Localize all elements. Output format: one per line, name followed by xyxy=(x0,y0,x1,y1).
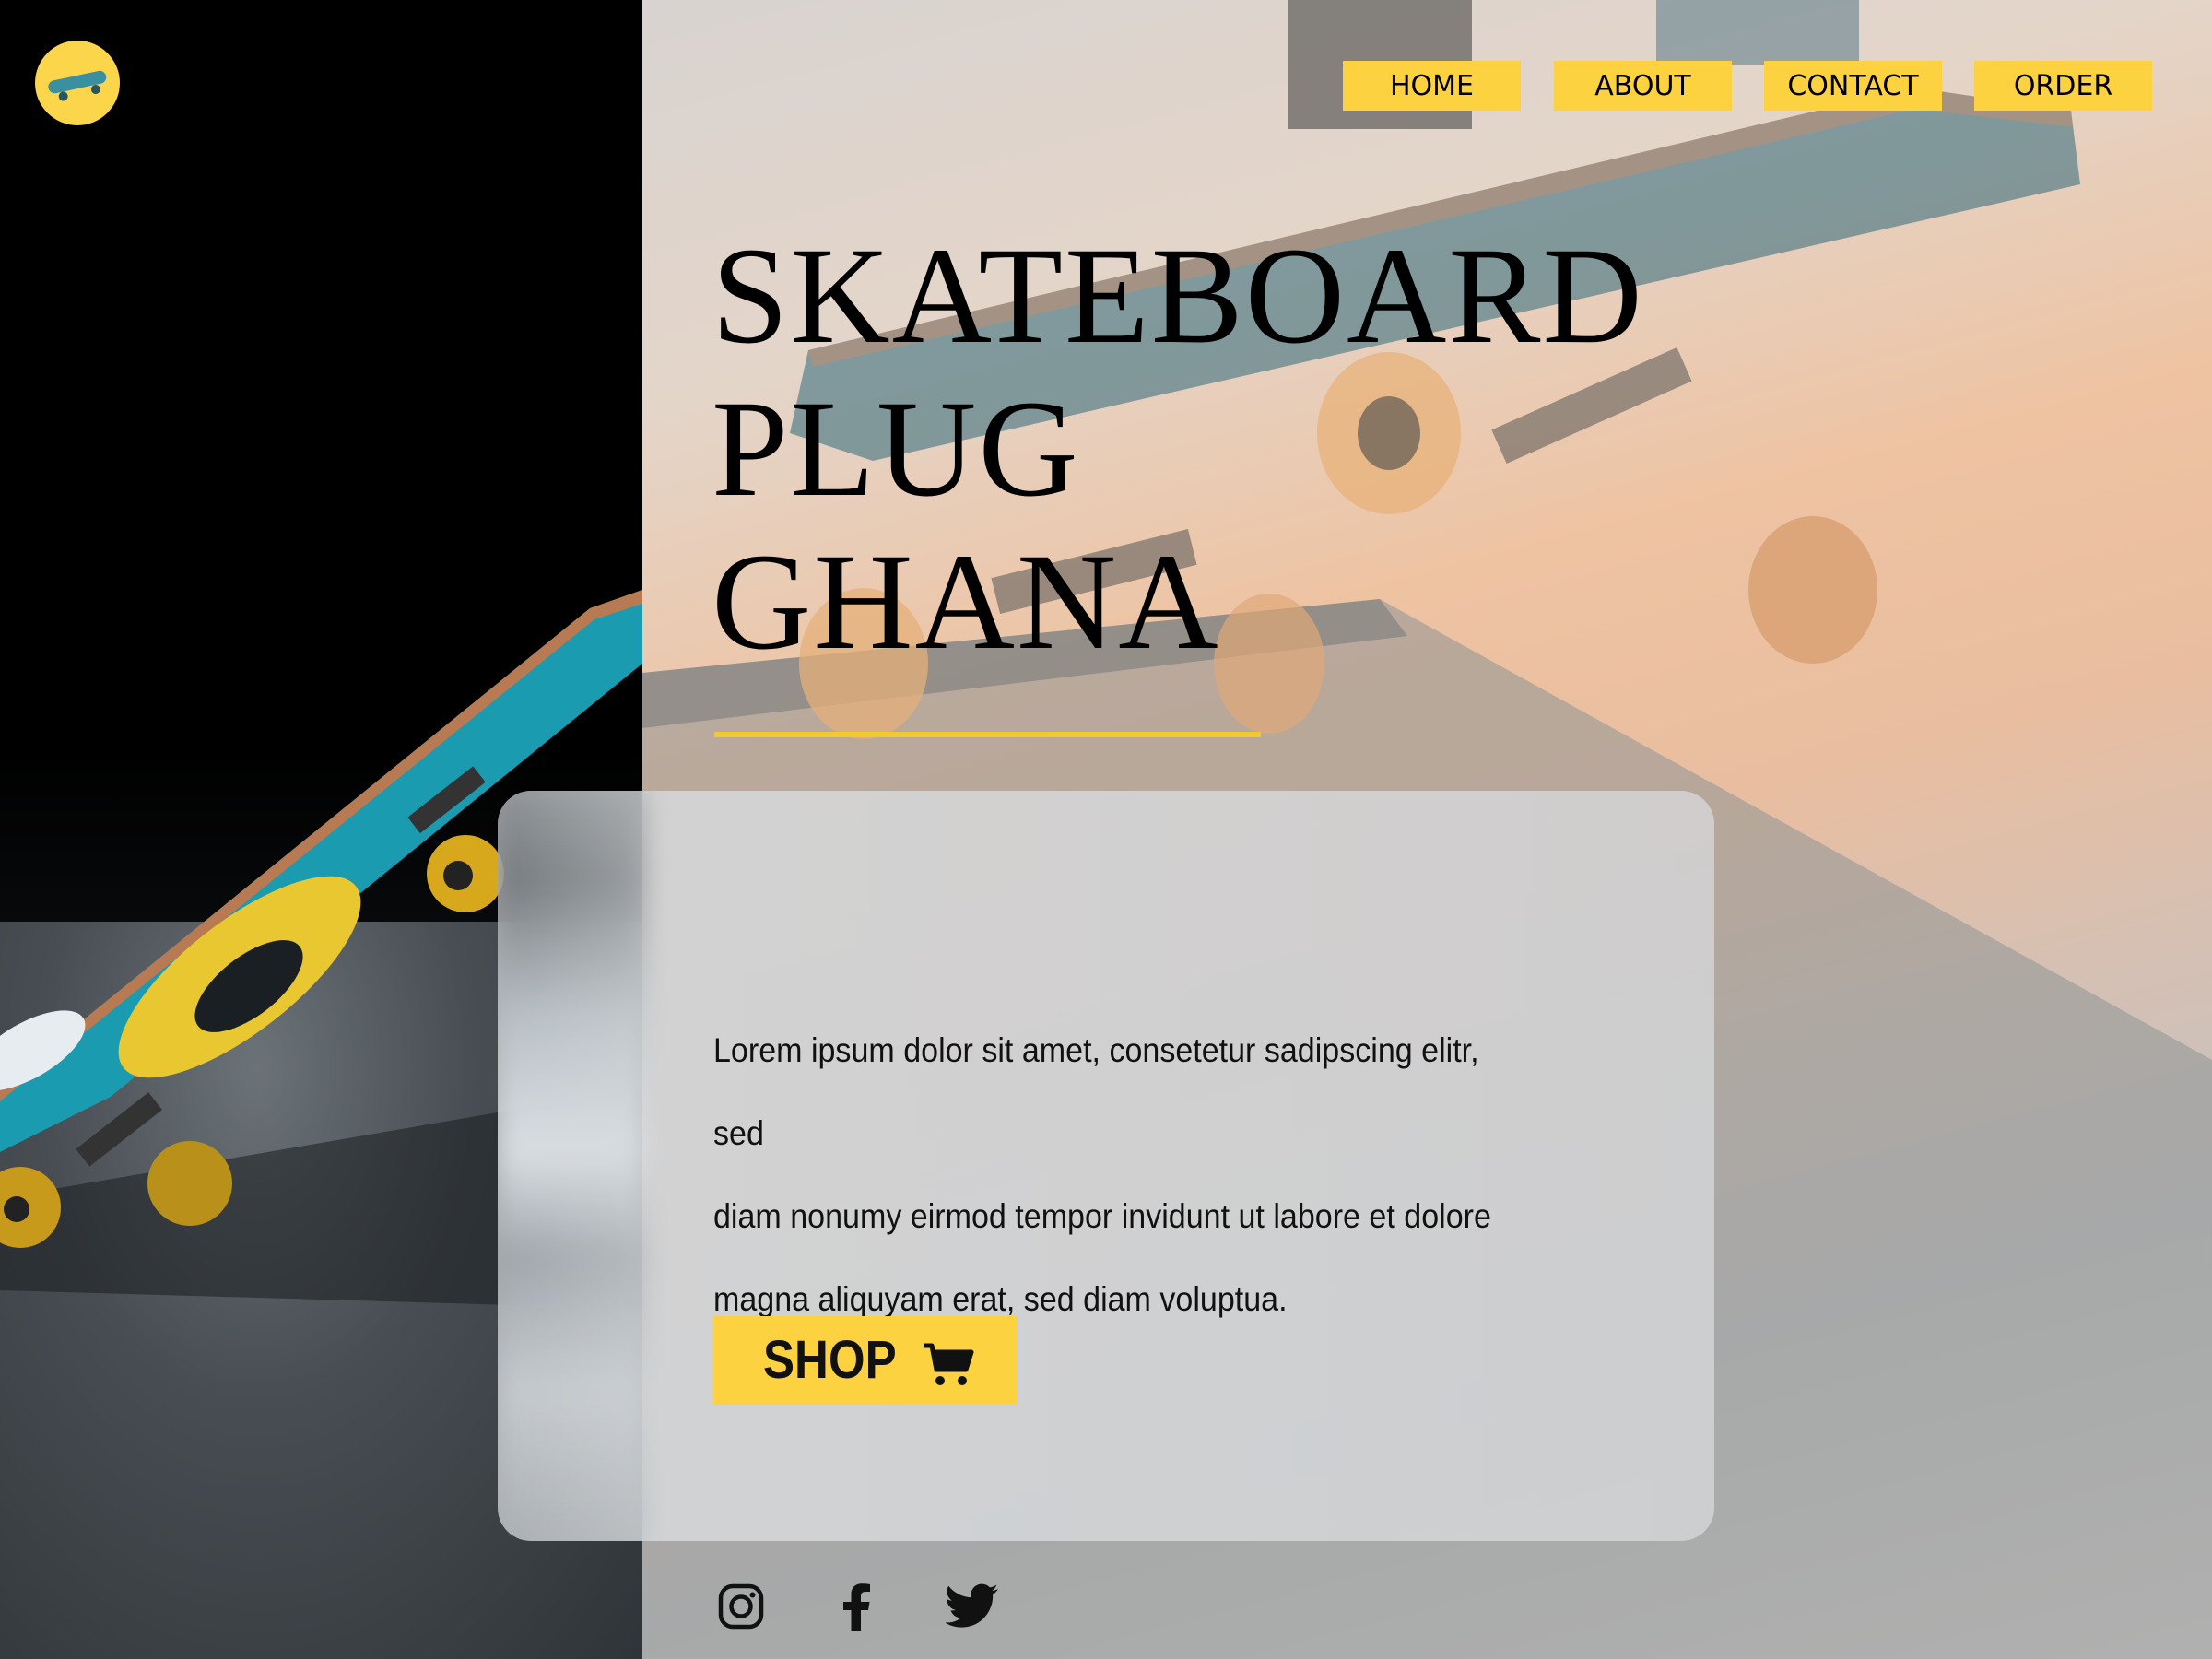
instagram-icon[interactable] xyxy=(718,1583,764,1630)
hero-title-line: SKATEBOARD xyxy=(712,219,1644,372)
shopping-cart-icon xyxy=(924,1343,974,1385)
shop-button[interactable]: SHOP xyxy=(713,1316,1018,1405)
hero-title: SKATEBOARD PLUG GHANA xyxy=(712,219,1644,678)
nav-about-button[interactable]: ABOUT xyxy=(1554,61,1732,111)
twitter-icon[interactable] xyxy=(946,1583,999,1628)
nav-home-button[interactable]: HOME xyxy=(1343,61,1521,111)
nav-order-button[interactable]: ORDER xyxy=(1974,61,2152,111)
body-text-line: magna aliquyam erat, sed diam voluptua. xyxy=(713,1280,1288,1318)
facebook-icon[interactable] xyxy=(841,1583,872,1631)
nav-contact-button[interactable]: CONTACT xyxy=(1764,61,1942,111)
skateboard-icon xyxy=(48,70,107,101)
body-text-line: diam nonumy eirmod tempor invidunt ut la… xyxy=(713,1197,1491,1235)
card-body-text: Lorem ipsum dolor sit amet, consetetur s… xyxy=(713,1009,1527,1341)
title-underline xyxy=(714,732,1261,737)
watermark-text: Skate xyxy=(2131,304,2212,1608)
hero-title-line: GHANA xyxy=(712,525,1220,678)
body-text-line: Lorem ipsum dolor sit amet, consetetur s… xyxy=(713,1031,1479,1152)
shop-button-label: SHOP xyxy=(763,1330,897,1390)
logo[interactable] xyxy=(35,41,120,125)
hero-title-line: PLUG xyxy=(712,372,1080,525)
